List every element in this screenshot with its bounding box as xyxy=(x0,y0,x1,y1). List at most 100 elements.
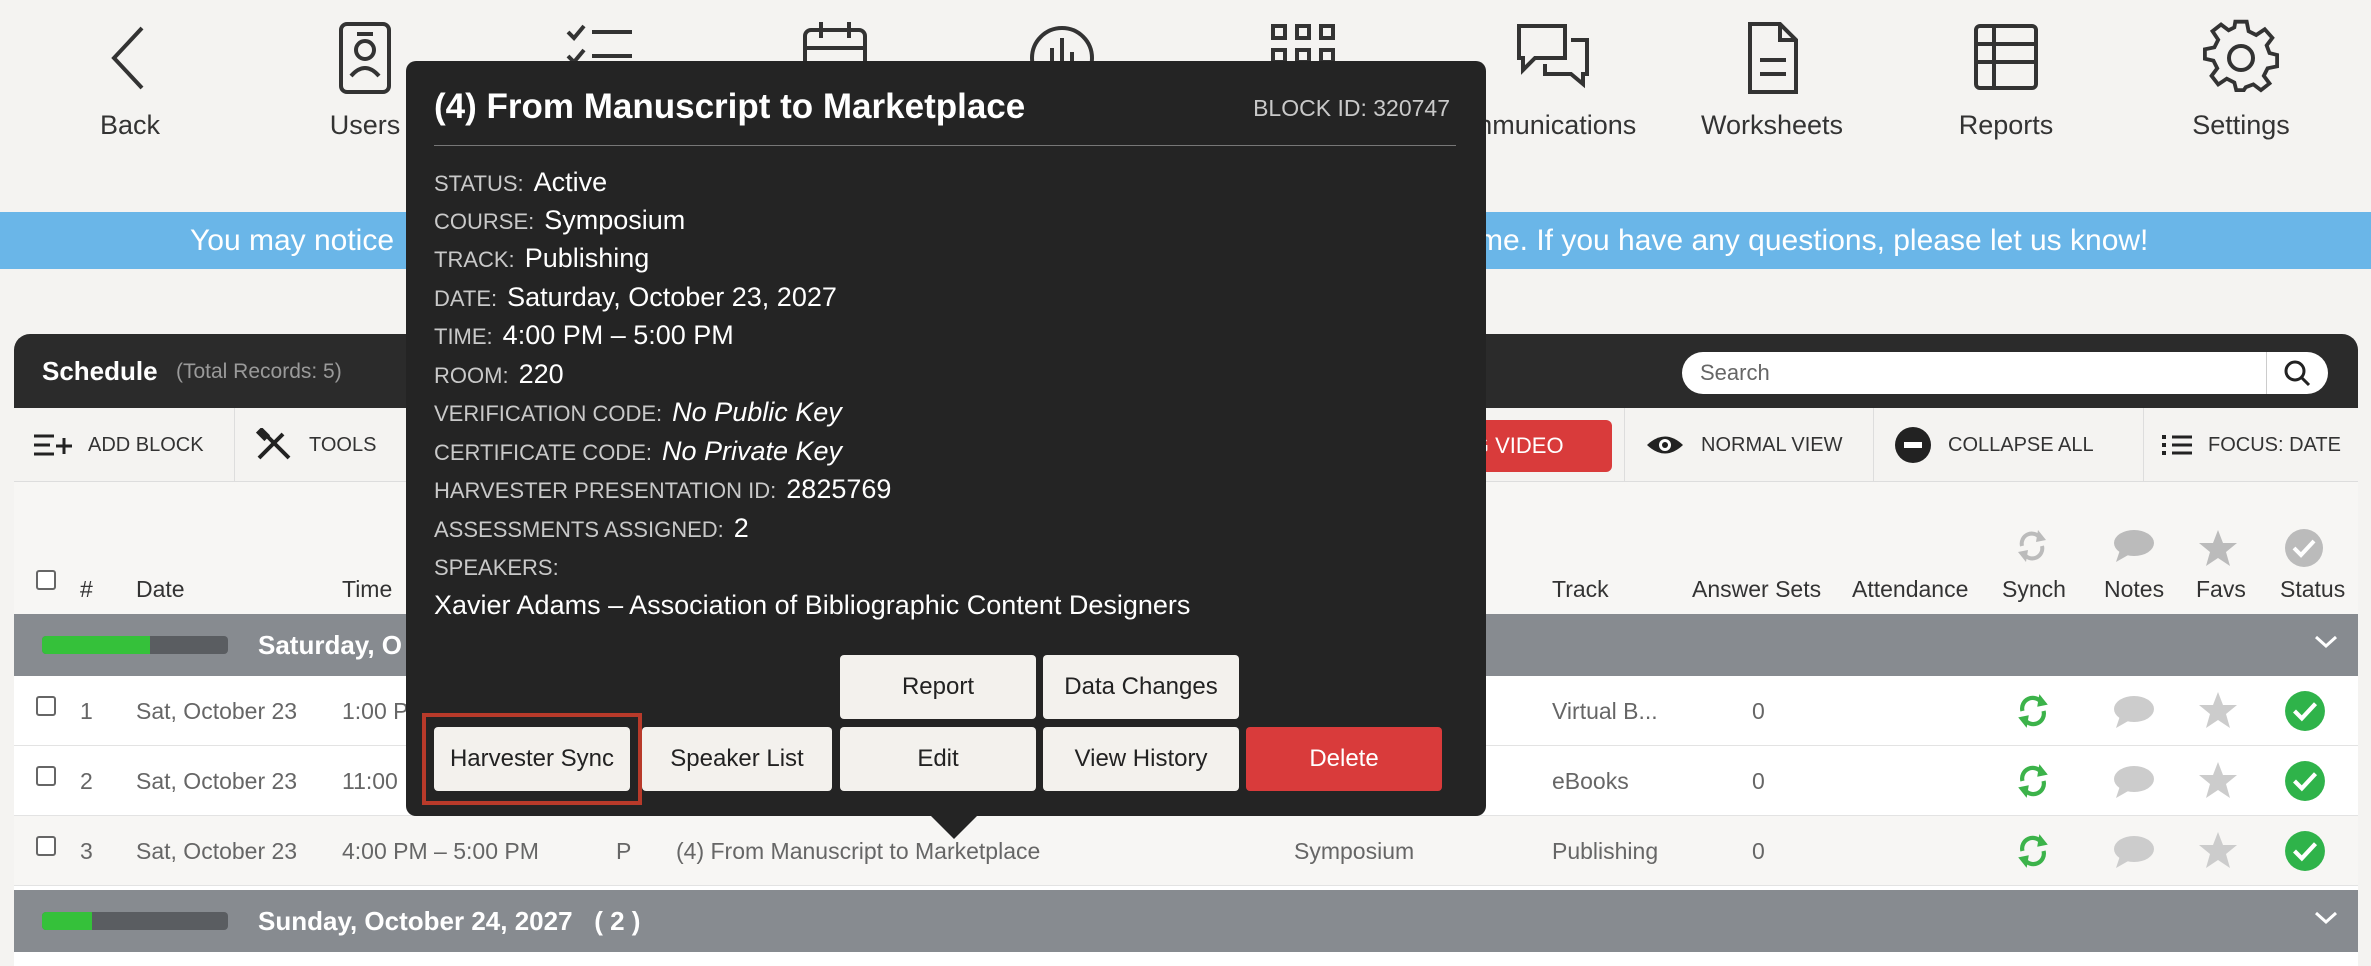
status-check-icon xyxy=(2285,691,2325,731)
nav-back[interactable]: Back xyxy=(40,18,220,141)
col-attendance[interactable]: Attendance xyxy=(1852,576,1968,603)
row-date: Sat, October 23 xyxy=(136,838,298,864)
popup-title: (4) From Manuscript to Marketplace xyxy=(434,87,1026,126)
banner-text-left: You may notice xyxy=(190,224,395,257)
table-row[interactable]: 3 Sat, October 23 4:00 PM – 5:00 PM P (4… xyxy=(14,816,2358,886)
status-header-icon xyxy=(2285,529,2323,567)
row-answer-sets: 0 xyxy=(1752,838,1765,864)
total-records: (Total Records: 5) xyxy=(176,360,342,383)
field-key: TRACK: xyxy=(434,247,515,272)
sync-icon[interactable] xyxy=(2014,832,2052,870)
field-value: 220 xyxy=(518,359,564,389)
field-value: 2825769 xyxy=(786,474,892,504)
row-title[interactable]: (4) From Manuscript to Marketplace xyxy=(676,838,1040,865)
add-block-button[interactable]: ADD BLOCK xyxy=(14,408,235,482)
field-value: No Public Key xyxy=(672,397,842,427)
star-icon[interactable] xyxy=(2198,690,2238,730)
col-answer-sets[interactable]: Answer Sets xyxy=(1692,576,1821,603)
nav-worksheets-label: Worksheets xyxy=(1700,110,1844,140)
field-room: ROOM: 220 xyxy=(434,359,564,390)
group-progress-fill xyxy=(42,636,150,654)
notes-icon[interactable] xyxy=(2112,764,2156,800)
focus-date-label: FOCUS: DATE xyxy=(2208,433,2341,456)
group-label: Saturday, O xyxy=(258,630,403,660)
search-input[interactable] xyxy=(1700,352,2260,394)
field-value: 4:00 PM – 5:00 PM xyxy=(502,320,734,350)
tools-button[interactable]: TOOLS xyxy=(235,408,405,482)
row-course: Symposium xyxy=(1294,838,1415,864)
field-speakers: SPEAKERS: xyxy=(434,551,569,582)
row-track: eBooks xyxy=(1552,768,1629,794)
group-progress-bar xyxy=(42,636,228,654)
group-progress-fill xyxy=(42,912,93,930)
nav-worksheets[interactable]: Worksheets xyxy=(1682,18,1862,141)
star-icon[interactable] xyxy=(2198,760,2238,800)
col-track[interactable]: Track xyxy=(1552,576,1609,603)
field-value: Active xyxy=(533,167,608,197)
sync-icon[interactable] xyxy=(2014,692,2052,730)
collapse-all-button[interactable]: COLLAPSE ALL xyxy=(1874,408,2144,482)
speaker-list-button[interactable]: Speaker List xyxy=(642,727,832,791)
col-notes[interactable]: Notes xyxy=(2104,576,2164,603)
field-certificate-code: CERTIFICATE CODE: No Private Key xyxy=(434,436,842,467)
col-time[interactable]: Time xyxy=(342,576,392,603)
data-changes-button[interactable]: Data Changes xyxy=(1043,655,1239,719)
star-header-icon xyxy=(2199,530,2237,566)
col-num: # xyxy=(80,576,93,602)
field-value: Publishing xyxy=(524,243,650,273)
harvester-sync-button[interactable]: Harvester Sync xyxy=(434,727,630,791)
edit-button[interactable]: Edit xyxy=(840,727,1036,791)
list-icon xyxy=(2162,435,2192,455)
nav-reports-label: Reports xyxy=(1958,110,2054,140)
row-num: 2 xyxy=(80,768,93,794)
notes-icon[interactable] xyxy=(2112,834,2156,870)
row-time: 4:00 PM – 5:00 PM xyxy=(342,838,539,864)
row-time: 11:00 xyxy=(342,768,398,794)
row-checkbox[interactable] xyxy=(36,836,56,856)
popup-pointer xyxy=(930,815,978,839)
date-group-sunday[interactable]: Sunday, October 24, 2027 ( 2 ) xyxy=(14,890,2358,952)
col-status[interactable]: Status xyxy=(2280,576,2345,603)
field-date: DATE: Saturday, October 23, 2027 xyxy=(434,282,837,313)
focus-date-button[interactable]: FOCUS: DATE xyxy=(2144,408,2358,482)
col-favs[interactable]: Favs xyxy=(2196,576,2246,603)
collapse-circle-icon xyxy=(1895,427,1931,463)
table-icon xyxy=(1974,24,2038,90)
sync-icon[interactable] xyxy=(2014,762,2052,800)
star-icon[interactable] xyxy=(2198,830,2238,870)
row-num: 1 xyxy=(80,698,93,724)
normal-view-button[interactable]: NORMAL VIEW xyxy=(1624,408,1874,482)
row-checkbox[interactable] xyxy=(36,696,56,716)
add-list-icon xyxy=(34,434,72,456)
row-answer-sets: 0 xyxy=(1752,698,1765,724)
field-key: TIME: xyxy=(434,324,493,349)
notes-icon[interactable] xyxy=(2112,694,2156,730)
row-date: Sat, October 23 xyxy=(136,698,298,724)
gear-icon xyxy=(2203,19,2280,93)
nav-settings[interactable]: Settings xyxy=(2151,18,2331,141)
row-track: Virtual B... xyxy=(1552,698,1658,724)
col-date[interactable]: Date xyxy=(136,576,185,603)
chevron-down-icon[interactable] xyxy=(2314,910,2338,926)
delete-button[interactable]: Delete xyxy=(1246,727,1442,791)
field-time: TIME: 4:00 PM – 5:00 PM xyxy=(434,320,734,351)
status-check-icon xyxy=(2285,761,2325,801)
tools-label: TOOLS xyxy=(309,433,377,456)
report-button[interactable]: Report xyxy=(840,655,1036,719)
view-history-button[interactable]: View History xyxy=(1043,727,1239,791)
search-icon xyxy=(2284,360,2311,387)
block-id: BLOCK ID: 320747 xyxy=(1253,95,1450,121)
search-button[interactable] xyxy=(2266,352,2328,394)
row-num: 3 xyxy=(80,838,93,864)
chevron-down-icon[interactable] xyxy=(2314,634,2338,650)
field-value: Saturday, October 23, 2027 xyxy=(507,282,837,312)
field-verification-code: VERIFICATION CODE: No Public Key xyxy=(434,397,842,428)
select-all-checkbox[interactable] xyxy=(36,570,56,590)
user-badge-icon xyxy=(339,22,391,94)
field-key: CERTIFICATE CODE: xyxy=(434,440,652,465)
row-answer-sets: 0 xyxy=(1752,768,1765,794)
col-synch[interactable]: Synch xyxy=(2002,576,2066,603)
nav-reports[interactable]: Reports xyxy=(1916,18,2096,141)
chat-bubbles-icon xyxy=(1517,24,1589,89)
row-checkbox[interactable] xyxy=(36,766,56,786)
